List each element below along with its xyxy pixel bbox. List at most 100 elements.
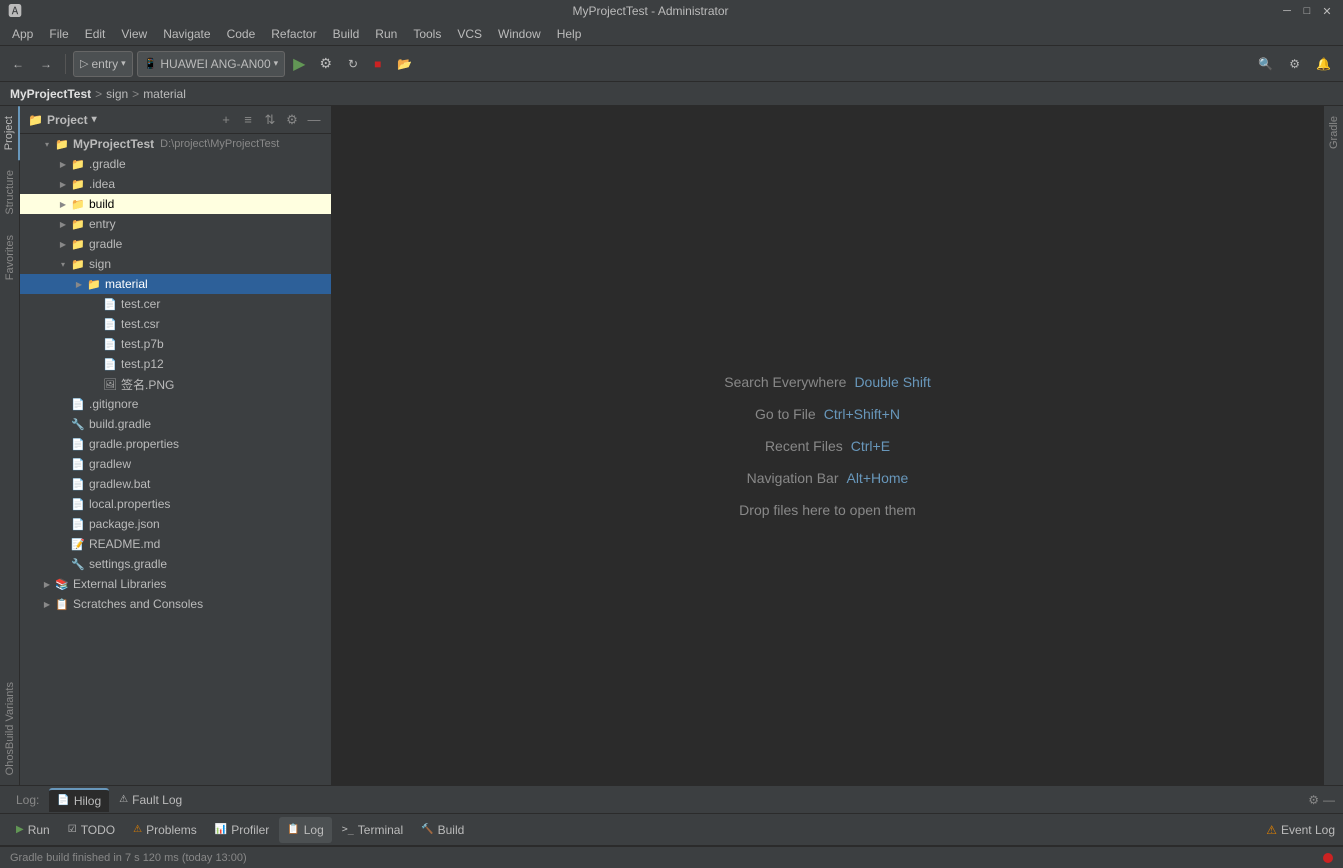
- problems-tab[interactable]: ⚠ Problems: [125, 817, 205, 843]
- todo-tab[interactable]: ☑ TODO: [60, 817, 123, 843]
- profile-button[interactable]: 📂: [391, 51, 418, 77]
- breadcrumb-sign[interactable]: sign: [106, 87, 128, 101]
- settings-icon[interactable]: ⚙: [283, 111, 301, 129]
- panel-dropdown-arrow[interactable]: ▾: [92, 114, 97, 125]
- properties-icon: 📄: [70, 496, 86, 512]
- project-panel-tab[interactable]: Project: [0, 106, 20, 160]
- back-button[interactable]: ←: [6, 51, 30, 77]
- collapse-all-icon[interactable]: ≡: [239, 111, 257, 129]
- properties-icon: 📄: [70, 436, 86, 452]
- minimize-panel-icon[interactable]: —: [305, 111, 323, 129]
- run-tab-label: Run: [28, 823, 50, 837]
- tree-item-gitignore[interactable]: 📄 .gitignore: [20, 394, 331, 414]
- tree-item-scratches[interactable]: ▶ 📋 Scratches and Consoles: [20, 594, 331, 614]
- tree-item-gradlewbat[interactable]: 📄 gradlew.bat: [20, 474, 331, 494]
- menu-item-build[interactable]: Build: [325, 25, 368, 43]
- maximize-button[interactable]: □: [1299, 3, 1315, 19]
- tree-arrow-empty: [88, 337, 102, 351]
- notifications-button[interactable]: 🔔: [1310, 51, 1337, 77]
- folder-icon: 📁: [70, 216, 86, 232]
- forward-button[interactable]: →: [34, 51, 58, 77]
- tree-item-root[interactable]: ▾ 📁 MyProjectTest D:\project\MyProjectTe…: [20, 134, 331, 154]
- menu-item-refactor[interactable]: Refactor: [263, 25, 324, 43]
- tree-label-root: MyProjectTest: [73, 137, 154, 151]
- tree-item-build[interactable]: ▶ 📁 build: [20, 194, 331, 214]
- tree-item-entry[interactable]: ▶ 📁 entry: [20, 214, 331, 234]
- minimize-button[interactable]: ─: [1279, 3, 1295, 19]
- tree-item-gradleprops[interactable]: 📄 gradle.properties: [20, 434, 331, 454]
- add-icon[interactable]: +: [217, 111, 235, 129]
- build-variants-panel-tab[interactable]: OhosBuild Variants: [1, 672, 19, 785]
- panel-header: 📁 Project ▾ + ≡ ⇅ ⚙ —: [20, 106, 331, 134]
- tree-item-testcsr[interactable]: 📄 test.csr: [20, 314, 331, 334]
- entry-dropdown[interactable]: ▷ entry ▾: [73, 51, 133, 77]
- menu-item-code[interactable]: Code: [219, 25, 264, 43]
- tree-item-localprops[interactable]: 📄 local.properties: [20, 494, 331, 514]
- status-text: Gradle build finished in 7 s 120 ms (tod…: [10, 852, 247, 864]
- tree-item-sign-png[interactable]: 🖼 签名.PNG: [20, 374, 331, 394]
- tree-item-testcer[interactable]: 📄 test.cer: [20, 294, 331, 314]
- project-folder-icon: 📁: [28, 113, 43, 127]
- log-minimize-icon[interactable]: —: [1323, 793, 1335, 807]
- structure-panel-tab[interactable]: Structure: [1, 160, 19, 225]
- tree-arrow-empty: [88, 297, 102, 311]
- log-label: Log:: [8, 791, 47, 809]
- breadcrumb-material[interactable]: material: [143, 87, 186, 101]
- tree-item-sign[interactable]: ▾ 📁 sign: [20, 254, 331, 274]
- menu-item-edit[interactable]: Edit: [77, 25, 114, 43]
- terminal-tab[interactable]: >_ Terminal: [334, 817, 411, 843]
- tree-item-external[interactable]: ▶ 📚 External Libraries: [20, 574, 331, 594]
- favorites-panel-tab[interactable]: Favorites: [1, 225, 19, 290]
- run-button[interactable]: ▶: [289, 52, 309, 76]
- gradle-panel-tab[interactable]: Gradle: [1326, 108, 1342, 157]
- build-variants-button[interactable]: ⚙: [313, 51, 338, 77]
- log-tab[interactable]: 📋 Log: [279, 817, 331, 843]
- tree-arrow-empty: [56, 397, 70, 411]
- tree-item-gradle[interactable]: ▶ 📁 .gradle: [20, 154, 331, 174]
- hint-search: Search Everywhere Double Shift: [724, 374, 930, 390]
- build-tab[interactable]: 🔨 Build: [413, 817, 472, 843]
- menu-item-app[interactable]: App: [4, 25, 41, 43]
- breadcrumb-project[interactable]: MyProjectTest: [10, 87, 91, 101]
- tree-item-idea[interactable]: ▶ 📁 .idea: [20, 174, 331, 194]
- tree-item-gradlew[interactable]: 📄 gradlew: [20, 454, 331, 474]
- log-tab-icon: 📋: [287, 824, 299, 835]
- menu-item-view[interactable]: View: [113, 25, 155, 43]
- tree-label-testcsr: test.csr: [121, 317, 160, 331]
- tree-item-settingsgradle[interactable]: 🔧 settings.gradle: [20, 554, 331, 574]
- hint-goto-label: Go to File: [755, 406, 816, 422]
- menu-item-run[interactable]: Run: [367, 25, 405, 43]
- menu-item-vcs[interactable]: VCS: [449, 25, 490, 43]
- sync-button[interactable]: ↻: [342, 51, 364, 77]
- tree-item-testp7b[interactable]: 📄 test.p7b: [20, 334, 331, 354]
- fault-log-tab[interactable]: ⚠ Fault Log: [111, 788, 190, 812]
- tree-item-gradle2[interactable]: ▶ 📁 gradle: [20, 234, 331, 254]
- menu-item-file[interactable]: File: [41, 25, 76, 43]
- log-settings-icon[interactable]: ⚙: [1308, 793, 1319, 807]
- menu-item-window[interactable]: Window: [490, 25, 549, 43]
- tree-item-buildgradle[interactable]: 🔧 build.gradle: [20, 414, 331, 434]
- sort-icon[interactable]: ⇅: [261, 111, 279, 129]
- tree-item-testp12[interactable]: 📄 test.p12: [20, 354, 331, 374]
- window-title: MyProjectTest - Administrator: [572, 4, 728, 18]
- tree-item-packagejson[interactable]: 📄 package.json: [20, 514, 331, 534]
- hilog-tab[interactable]: 📄 Hilog: [49, 788, 109, 812]
- device-arrow-icon: ▾: [274, 58, 279, 69]
- search-everywhere-button[interactable]: 🔍: [1252, 51, 1279, 77]
- menu-item-tools[interactable]: Tools: [405, 25, 449, 43]
- device-dropdown[interactable]: 📱 HUAWEI ANG-AN00 ▾: [137, 51, 285, 77]
- tree-label-sign: sign: [89, 257, 111, 271]
- close-button[interactable]: ✕: [1319, 3, 1335, 19]
- tree-arrow-gradle: ▶: [56, 157, 70, 171]
- profiler-tab[interactable]: 📊 Profiler: [207, 817, 277, 843]
- settings-button[interactable]: ⚙: [1283, 51, 1306, 77]
- tree-item-readme[interactable]: 📝 README.md: [20, 534, 331, 554]
- stop-button[interactable]: ■: [368, 51, 387, 77]
- tree-item-material[interactable]: ▶ 📁 material: [20, 274, 331, 294]
- device-label: HUAWEI ANG-AN00: [160, 57, 270, 71]
- menu-item-help[interactable]: Help: [549, 25, 590, 43]
- event-log-button[interactable]: ⚠ Event Log: [1266, 823, 1335, 837]
- run-tab[interactable]: ▶ Run: [8, 817, 58, 843]
- tree-arrow-material: ▶: [72, 277, 86, 291]
- menu-item-navigate[interactable]: Navigate: [155, 25, 218, 43]
